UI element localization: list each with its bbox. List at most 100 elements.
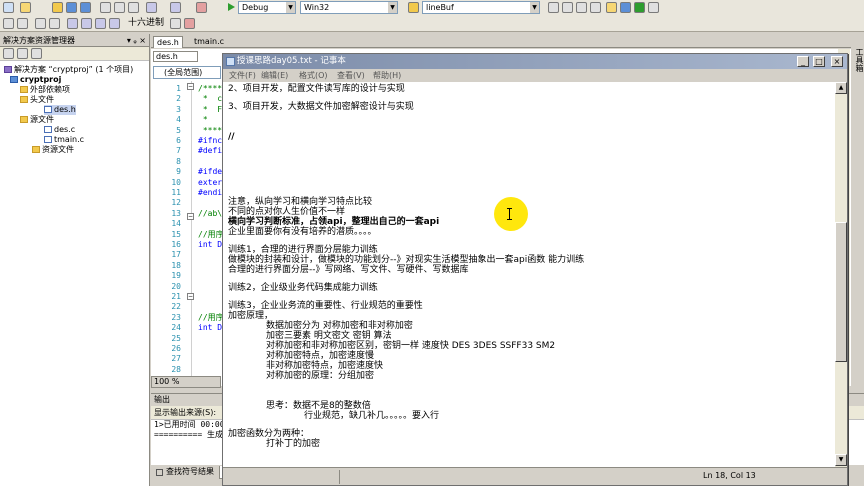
chevron-down-icon[interactable]: ▼ [388,2,397,13]
chevron-down-icon[interactable]: ▼ [530,2,539,13]
menu-format[interactable]: 格式(O) [299,69,328,82]
solution-explorer-icon[interactable] [562,2,573,13]
code-line: * [198,115,208,125]
save-all-icon[interactable] [80,2,91,13]
line-number: 3 [176,104,181,114]
notepad-scrollbar[interactable]: ▲ ▼ [835,82,847,467]
panel-pin-buttons[interactable]: ▾ ᵩ × [127,34,146,47]
line-number: 14 [171,219,181,229]
line-number: 20 [171,281,181,291]
extension-icon[interactable] [634,2,645,13]
minimize-button[interactable]: _ [797,56,809,67]
tree-node-label: des.h [54,105,76,114]
command-window-icon[interactable] [648,2,659,13]
clear-bookmarks-icon[interactable] [109,18,120,29]
tree-node-external-deps[interactable]: 外部依赖项 [20,85,70,95]
find-combo[interactable]: lineBuf ▼ [422,1,540,14]
maximize-button[interactable]: □ [813,56,825,67]
hex-toggle-button[interactable]: 十六进制 [128,17,164,30]
line-number: 12 [171,198,181,208]
menu-file[interactable]: 文件(F) [229,69,256,82]
toolbox-icon[interactable] [606,2,617,13]
bookmark-icon[interactable] [67,18,78,29]
line-number: 21 [171,292,181,301]
code-line: //用序 [198,312,224,322]
properties-icon[interactable] [3,48,14,59]
start-page-icon[interactable] [620,2,631,13]
tab-find-symbol-results[interactable]: 查找符号结果 [153,466,217,479]
tree-node-des-c[interactable]: des.c [44,125,75,135]
find-icon[interactable] [548,2,559,13]
menu-view[interactable]: 查看(V) [337,69,365,82]
uncomment-icon[interactable] [49,18,60,29]
zoom-level[interactable]: 100 % [151,376,221,388]
menu-edit[interactable]: 编辑(E) [261,69,288,82]
redo-icon[interactable] [170,2,181,13]
fold-toggle-icon[interactable]: − [187,213,194,220]
notepad-line: 训练1，合理的进行界面分层能力训练 [228,245,378,255]
folder-icon [20,86,28,93]
tree-node-resources[interactable]: 资源文件 [32,145,74,155]
new-project-icon[interactable] [3,2,14,13]
tree-node-tmain-c[interactable]: tmain.c [44,135,84,145]
platform-value: Win32 [304,3,330,12]
tree-node-headers[interactable]: 头文件 [20,95,54,105]
line-number: 9 [176,167,181,177]
tree-node-sources[interactable]: 源文件 [20,115,54,125]
fold-toggle-icon[interactable]: − [187,83,194,90]
prev-bookmark-icon[interactable] [81,18,92,29]
debug-windows-icon[interactable] [184,18,195,29]
start-debugging-icon[interactable] [228,3,235,11]
chevron-down-icon[interactable]: ▼ [286,2,295,13]
tab-des-h[interactable]: des.h [153,36,183,48]
tree-node-solution[interactable]: 解决方案 “cryptproj” (1 个项目) [4,65,133,75]
line-number: 11 [171,188,181,197]
editor-doc-tab[interactable]: des.h [153,51,198,62]
scroll-up-icon[interactable]: ▲ [835,82,847,94]
properties-icon[interactable] [576,2,587,13]
copy-icon[interactable] [114,2,125,13]
show-all-files-icon[interactable] [17,48,28,59]
notepad-line: 企业里面要你有没有培养的潜质。。。。 [228,227,377,237]
notepad-text-area[interactable]: 2、项目开发，配置文件读写库的设计与实现 3、项目开发，大数据文件加密解密设计与实… [223,82,835,467]
menu-help[interactable]: 帮助(H) [373,69,401,82]
find-in-files-icon[interactable] [408,2,419,13]
undo-icon[interactable] [146,2,157,13]
code-line: //用序 [198,229,224,239]
paste-icon[interactable] [128,2,139,13]
toolbox-tab[interactable]: 工具箱 [852,48,864,72]
open-icon[interactable] [52,2,63,13]
line-number: 28 [171,364,181,374]
line-number: 27 [171,354,181,364]
find-symbol-icon [156,469,163,476]
comment-icon[interactable] [35,18,46,29]
notepad-titlebar[interactable]: 授课思路day05.txt - 记事本 _ □ × [223,54,847,69]
tree-node-des-h[interactable]: des.h [44,105,76,115]
add-item-icon[interactable] [20,2,31,13]
code-line: //ab\ [198,208,223,218]
save-icon[interactable] [66,2,77,13]
notepad-line: 对称加密和非对称加密区别，密钥一样 速度快 DES 3DES SSFF33 SM… [266,341,556,351]
scope-dropdown[interactable]: (全局范围) [153,66,221,79]
code-line: * c [198,94,223,104]
outdent-icon[interactable] [17,18,28,29]
toolbar-row-standard: Debug ▼ Win32 ▼ lineBuf ▼ [0,0,864,16]
fold-toggle-icon[interactable]: − [187,293,194,300]
editor-tab-strip: des.h tmain.c [151,34,864,48]
refresh-icon[interactable] [31,48,42,59]
cut-icon[interactable] [100,2,111,13]
navigate-back-icon[interactable] [196,2,207,13]
breakpoints-icon[interactable] [170,18,181,29]
object-browser-icon[interactable] [590,2,601,13]
platform-combo[interactable]: Win32 ▼ [300,1,398,14]
close-button[interactable]: × [831,56,843,67]
line-number: 25 [171,333,181,343]
solution-config-combo[interactable]: Debug ▼ [238,1,296,14]
scroll-down-icon[interactable]: ▼ [835,454,847,466]
tab-tmain-c[interactable]: tmain.c [191,36,227,48]
next-bookmark-icon[interactable] [95,18,106,29]
indent-icon[interactable] [3,18,14,29]
tree-node-label: 头文件 [30,95,54,104]
scroll-thumb[interactable] [835,222,847,362]
tree-node-project[interactable]: cryptproj [10,75,61,85]
